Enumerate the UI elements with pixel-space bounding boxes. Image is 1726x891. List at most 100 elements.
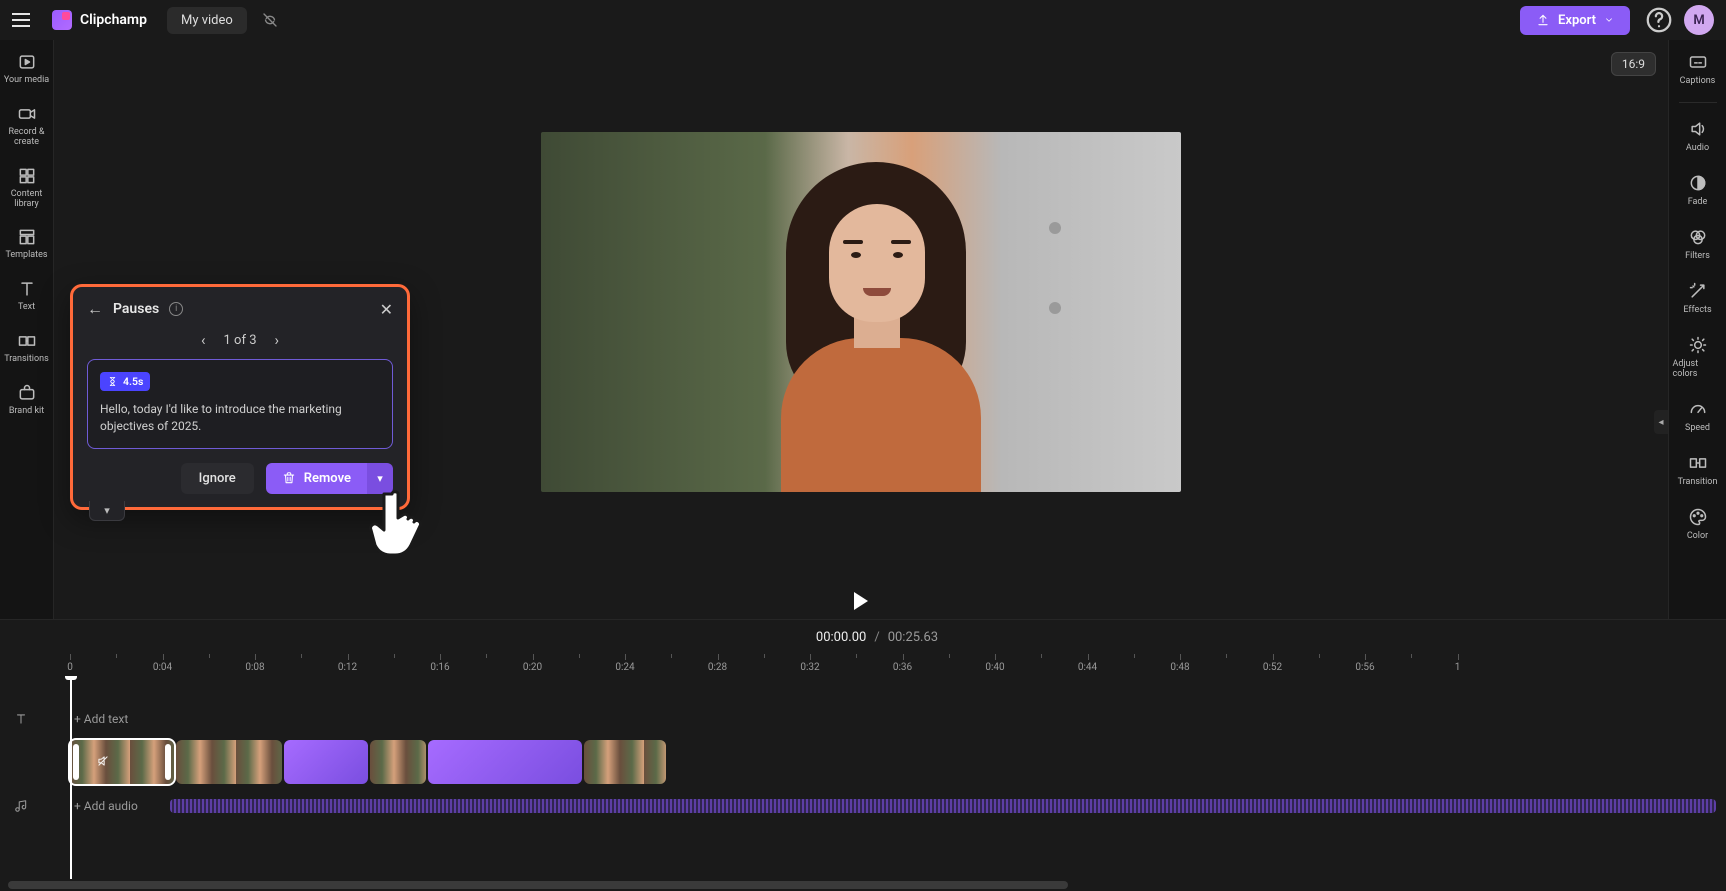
aspect-ratio-button[interactable]: 16:9 — [1611, 52, 1656, 76]
audio-waveform[interactable] — [170, 799, 1716, 813]
current-time: 00:00.00 — [816, 630, 866, 645]
ruler-label: 0:20 — [523, 662, 542, 673]
prev-pause-button[interactable]: ‹ — [201, 331, 206, 349]
total-duration: 00:25.63 — [888, 630, 938, 645]
text-track-icon — [14, 712, 28, 726]
rr-audio[interactable]: Audio — [1671, 113, 1725, 159]
video-track[interactable] — [70, 740, 1726, 786]
rail-text[interactable]: Text — [2, 273, 52, 319]
pause-gap-1[interactable] — [284, 740, 368, 784]
ruler-minor-tick — [116, 654, 117, 658]
export-button[interactable]: Export — [1520, 6, 1630, 35]
video-clip-1[interactable] — [70, 740, 174, 784]
rail-transitions[interactable]: Transitions — [2, 325, 52, 371]
timeline-tracks[interactable]: + Add text + Add audio — [0, 676, 1726, 879]
chevron-down-icon — [1604, 15, 1614, 25]
add-text-button[interactable]: + Add text — [74, 712, 128, 726]
clip-handle-right[interactable] — [165, 744, 171, 780]
ruler-label: 0:04 — [153, 662, 172, 673]
pause-duration-badge: 4.5s — [100, 372, 150, 391]
project-title-input[interactable]: My video — [167, 7, 247, 34]
ruler-label: 0:36 — [893, 662, 912, 673]
camera-icon — [17, 104, 37, 124]
wall-dot-icon — [1049, 302, 1061, 314]
add-audio-button[interactable]: + Add audio — [74, 799, 138, 813]
menu-button[interactable] — [12, 7, 38, 33]
timeline-horizontal-scrollbar[interactable] — [0, 879, 1726, 891]
pauses-panel: ← Pauses i ✕ ‹ 1 of 3 › 4.5s Hello, toda… — [70, 284, 410, 510]
ruler-minor-tick — [486, 654, 487, 658]
timeline-toolbar: 00:00.00 / 00:25.63 — [0, 620, 1726, 654]
remove-button[interactable]: Remove — [266, 463, 367, 494]
back-button[interactable]: ← — [87, 299, 103, 319]
rail-label: Content library — [4, 190, 50, 210]
text-track[interactable]: + Add text — [70, 706, 1726, 732]
rail-brand-kit[interactable]: Brand kit — [2, 377, 52, 423]
ruler-tick — [440, 654, 441, 660]
transitions-icon — [17, 331, 37, 351]
rr-adjust-colors[interactable]: Adjust colors — [1671, 329, 1725, 385]
rr-captions[interactable]: Captions — [1671, 46, 1725, 92]
ruler-label: 0:44 — [1078, 662, 1097, 673]
briefcase-icon — [17, 383, 37, 403]
brand-logo-icon — [52, 10, 72, 30]
scrollbar-thumb[interactable] — [8, 881, 1068, 889]
rr-filters[interactable]: Filters — [1671, 221, 1725, 267]
play-button[interactable] — [854, 592, 868, 610]
ruler-label: 0:24 — [615, 662, 634, 673]
rr-speed[interactable]: Speed — [1671, 393, 1725, 439]
rail-label: Record & create — [4, 128, 50, 148]
video-clip-2[interactable] — [176, 740, 282, 784]
ruler-tick — [533, 654, 534, 660]
rail-templates[interactable]: Templates — [2, 221, 52, 267]
timeline-section: 00:00.00 / 00:25.63 00:040:080:120:160:2… — [0, 619, 1726, 891]
sync-status-icon — [261, 11, 279, 29]
ruler-minor-tick — [764, 654, 765, 658]
clip-handle-left[interactable] — [73, 744, 79, 780]
help-button[interactable] — [1644, 5, 1674, 35]
brand[interactable]: Clipchamp — [52, 10, 147, 30]
pauses-header: ← Pauses i ✕ — [87, 299, 393, 319]
music-note-icon — [14, 799, 28, 813]
ruler-label: 1 — [1455, 662, 1461, 673]
video-clip-4[interactable] — [584, 740, 666, 784]
fade-icon — [1688, 173, 1708, 193]
transition-icon — [1688, 453, 1708, 473]
rail-content-library[interactable]: Content library — [2, 160, 52, 216]
rr-color[interactable]: Color — [1671, 501, 1725, 547]
ruler-minor-tick — [1041, 654, 1042, 658]
ruler-label: 0:52 — [1263, 662, 1282, 673]
rr-fade[interactable]: Fade — [1671, 167, 1725, 213]
video-clip-3[interactable] — [370, 740, 426, 784]
pause-gap-2[interactable] — [428, 740, 582, 784]
help-icon — [1644, 5, 1674, 35]
right-rail-collapse-handle[interactable]: ◂ — [1654, 410, 1668, 434]
ruler-tick — [1180, 654, 1181, 660]
ignore-button[interactable]: Ignore — [181, 463, 254, 494]
next-pause-button[interactable]: › — [275, 331, 280, 349]
info-icon[interactable]: i — [169, 302, 183, 316]
rail-your-media[interactable]: Your media — [2, 46, 52, 92]
ruler-tick — [163, 654, 164, 660]
rail-record-create[interactable]: Record & create — [2, 98, 52, 154]
hourglass-icon — [107, 376, 118, 387]
panel-collapse-tab[interactable]: ▾ — [89, 501, 125, 521]
rail-label: Brand kit — [9, 407, 44, 417]
rr-effects[interactable]: Effects — [1671, 275, 1725, 321]
ruler-tick — [1458, 654, 1459, 660]
audio-track[interactable]: + Add audio — [70, 794, 1726, 818]
right-property-rail: Captions Audio Fade Filters Effects Adju… — [1668, 40, 1726, 619]
pause-card[interactable]: 4.5s Hello, today I'd like to introduce … — [87, 359, 393, 449]
playhead[interactable] — [70, 676, 72, 879]
rr-transition[interactable]: Transition — [1671, 447, 1725, 493]
avatar[interactable]: M — [1684, 5, 1714, 35]
ruler-tick — [718, 654, 719, 660]
ruler-minor-tick — [949, 654, 950, 658]
ruler-tick — [348, 654, 349, 660]
upload-icon — [1536, 13, 1550, 27]
close-button[interactable]: ✕ — [380, 300, 393, 319]
ruler-minor-tick — [1411, 654, 1412, 658]
clip-mute-icon — [96, 754, 110, 772]
timeline-ruler[interactable]: 00:040:080:120:160:200:240:280:320:360:4… — [0, 654, 1726, 676]
ruler-label: 0:16 — [430, 662, 449, 673]
